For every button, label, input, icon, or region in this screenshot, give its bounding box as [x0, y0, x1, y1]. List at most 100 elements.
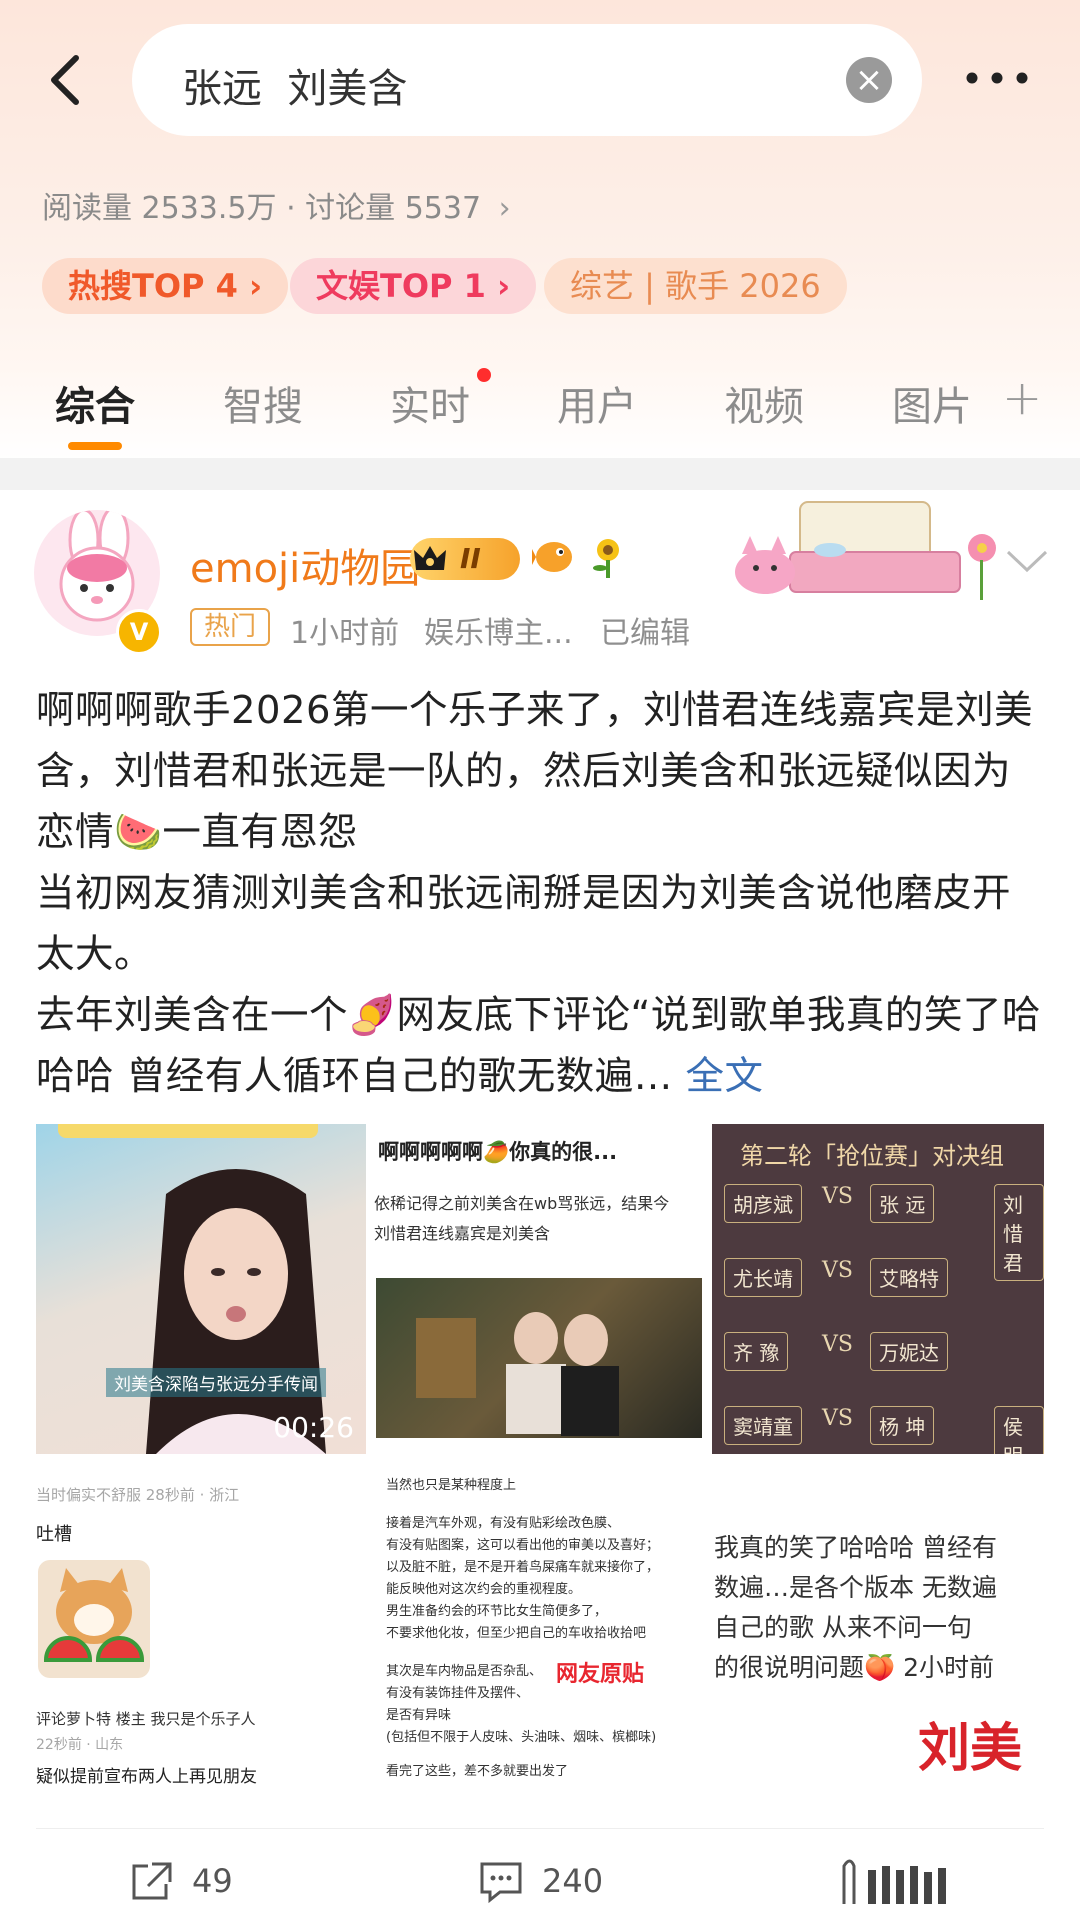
tab-comprehensive[interactable]: 综合: [55, 374, 135, 432]
image-thumbnail[interactable]: 第二轮「抢位赛」对决组 胡彦斌 VS 张 远 刘惜君尤长靖 VS 艾略特齐 豫 VS 万妮达窦…: [712, 1124, 1044, 1454]
tab-video[interactable]: 视频: [724, 374, 804, 432]
thumb-text-line: (包括但不限于人皮味、头油味、烟味、槟榔味): [386, 1730, 657, 1745]
thumb-text: 疑似提前宣布两人上再见朋友: [36, 1767, 257, 1787]
share-icon[interactable]: [128, 1860, 174, 1908]
thumb-text: 当时偏实不舒服 28秒前 · 浙江: [36, 1486, 240, 1504]
username[interactable]: emoji动物园: [190, 536, 420, 594]
entertainment-tag[interactable]: 文娱TOP 1 ›: [290, 258, 537, 314]
player-name: 窦靖童: [724, 1406, 802, 1445]
action-divider: [36, 1828, 1044, 1829]
thumb-big-text: 刘美: [918, 1719, 1023, 1779]
post-paragraph: 啊啊啊歌手2026第一个乐子来了，刘惜君连线嘉宾是刘美含，刘惜君和张远是一队的，…: [36, 688, 1033, 855]
reads-count: 2533.5万: [141, 191, 277, 226]
comment-count[interactable]: 240: [542, 1862, 603, 1900]
sunflower-icon: [588, 536, 628, 580]
tab-smart-search[interactable]: 智搜: [223, 374, 303, 432]
vs-label: VS: [822, 1332, 853, 1357]
like-icon[interactable]: [830, 1856, 970, 1910]
player-name: 万妮达: [870, 1332, 948, 1371]
post-paragraph: 当初网友猜测刘美含和张远闹掰是因为刘美含说他磨皮开太大。: [36, 871, 1012, 977]
full-text-link[interactable]: 全文: [686, 1054, 764, 1099]
player-name: 齐 豫: [724, 1332, 789, 1371]
discuss-count: 5537: [404, 191, 482, 226]
woman-figure-icon: [146, 1169, 326, 1454]
category-tag[interactable]: 综艺 | 歌手 2026: [544, 258, 847, 314]
player-name: 尤长靖: [724, 1258, 802, 1297]
image-thumbnail[interactable]: 啊啊啊啊啊🥭你真的很... 依稀记得之前刘美含在wb骂张远，结果今 刘惜君连线嘉…: [374, 1124, 704, 1454]
share-count[interactable]: 49: [192, 1862, 233, 1900]
chevron-down-icon[interactable]: [1004, 546, 1050, 576]
thumb-text-line: 男生准备约会的环节比女生简便多了，: [386, 1604, 608, 1619]
add-tab-icon[interactable]: +: [1002, 370, 1042, 426]
vs-label: VS: [822, 1184, 853, 1209]
cat-watermelon-icon: [38, 1560, 150, 1678]
player-name: 张 远: [870, 1184, 935, 1223]
thumb-text: 刘惜君连线嘉宾是刘美含: [374, 1224, 551, 1243]
player-name: 刘惜君: [994, 1184, 1044, 1281]
post-paragraph: 去年刘美含在一个🍠网友底下评论“说到歌单我真的笑了哈哈哈 曾经有人循环自己的歌无…: [36, 993, 1041, 1099]
back-button[interactable]: [40, 50, 100, 110]
thumb-text-line: 是否有异味: [386, 1708, 452, 1723]
thumb-text: 22秒前 · 山东: [36, 1737, 124, 1753]
thumb-banner: [58, 1124, 318, 1138]
verified-badge-icon: V: [116, 609, 162, 655]
cat-decoration-icon: [720, 492, 1020, 622]
new-indicator-dot: [477, 368, 491, 382]
topic-stats[interactable]: 阅读量 2533.5万 · 讨论量 5537 ›: [42, 183, 511, 227]
vs-label: VS: [822, 1406, 853, 1431]
discuss-label: 讨论量: [305, 191, 396, 226]
thumb-text-line: 不要求他化妆，但至少把自己的车收拾收拾吧: [386, 1626, 647, 1641]
thumb-text-line: 有没有装饰挂件及摆件、: [386, 1686, 530, 1701]
thumb-text-line: 数遍…是各个版本 无数遍: [714, 1573, 997, 1602]
post-time: 1小时前: [290, 616, 400, 651]
player-name: 艾略特: [870, 1258, 948, 1297]
image-thumbnail[interactable]: 当然也只是某种程度上接着是汽车外观，有没有贴彩绘改色膜、有没有贴图案，这可以看出…: [374, 1460, 704, 1790]
pufferfish-icon: [532, 537, 576, 577]
thumb-text-line: 能反映他对这次约会的重视程度。: [386, 1582, 582, 1597]
player-name: 侯明昊: [994, 1406, 1044, 1454]
thumb-text: 评论萝卜特 楼主 我只是个乐子人: [36, 1710, 256, 1728]
thumb-photo: [376, 1278, 702, 1438]
player-name: 杨 坤: [870, 1406, 935, 1445]
thumb-text-line: 以及脏不脏，是不是开着鸟屎痛车就来接你了，: [386, 1560, 660, 1575]
video-duration: 00:26: [273, 1411, 354, 1444]
post-content[interactable]: 啊啊啊歌手2026第一个乐子来了，刘惜君连线嘉宾是刘美含，刘惜君和张远是一队的，…: [36, 680, 1046, 1107]
thumb-text-line: 接着是汽车外观，有没有贴彩绘改色膜、: [386, 1516, 621, 1531]
thumb-text-line: 其次是车内物品是否杂乱、: [386, 1664, 543, 1679]
thumb-text-line: 有没有贴图案，这可以看出他的审美以及喜好；: [386, 1538, 660, 1553]
image-thumbnail[interactable]: 当时偏实不舒服 28秒前 · 浙江 吐槽 评论萝卜特 楼主 我只是个乐子人 22…: [36, 1460, 366, 1790]
tab-users[interactable]: 用户: [557, 374, 637, 432]
thumb-text-line: 当然也只是某种程度上: [386, 1478, 517, 1493]
thumb-text: 依稀记得之前刘美含在wb骂张远，结果今: [374, 1194, 670, 1213]
comment-icon[interactable]: [478, 1860, 524, 1908]
thumb-text-line: 我真的笑了哈哈哈 曾经有: [714, 1533, 997, 1562]
thumb-text-line: 的很说明问题🍑 2小时前: [714, 1653, 994, 1682]
clear-search-icon[interactable]: ×: [846, 57, 892, 103]
reads-label: 阅读量: [42, 191, 132, 226]
tab-realtime[interactable]: 实时: [390, 374, 470, 432]
image-thumbnail[interactable]: 我真的笑了哈哈哈 曾经有 数遍…是各个版本 无数遍 自己的歌 从来不问一句 的很说明问…: [712, 1460, 1044, 1790]
section-divider: [0, 458, 1080, 490]
search-input[interactable]: 张远 刘美含: [182, 56, 407, 114]
chevron-right-icon: ›: [498, 191, 511, 226]
thumb-title: 第二轮「抢位赛」对决组: [740, 1142, 1004, 1170]
tab-images[interactable]: 图片: [892, 374, 972, 432]
thumb-text: 吐槽: [36, 1524, 72, 1545]
video-caption: 刘美含深陷与张远分手传闻: [106, 1368, 326, 1397]
more-options-icon[interactable]: [962, 58, 1032, 98]
vs-label: VS: [822, 1258, 853, 1283]
hot-search-tag[interactable]: 热搜TOP 4 ›: [42, 258, 289, 314]
vip-level: II: [460, 542, 481, 575]
edited-label: 已编辑: [600, 616, 690, 651]
back-arrow-icon: [51, 55, 79, 105]
stats-separator: ·: [286, 191, 296, 226]
thumb-text-line: 自己的歌 从来不问一句: [714, 1613, 972, 1642]
post-source: 娱乐博主...: [424, 616, 573, 651]
thumb-title: 啊啊啊啊啊🥭你真的很...: [378, 1140, 618, 1164]
thumb-text-line: 看完了这些，差不多就要出发了: [386, 1764, 569, 1779]
video-thumbnail[interactable]: 刘美含深陷与张远分手传闻 00:26: [36, 1124, 366, 1454]
player-name: 胡彦斌: [724, 1184, 802, 1223]
hot-badge: 热门: [190, 608, 271, 646]
original-post-stamp: 网友原贴: [556, 1662, 645, 1687]
active-tab-indicator: [68, 442, 122, 450]
